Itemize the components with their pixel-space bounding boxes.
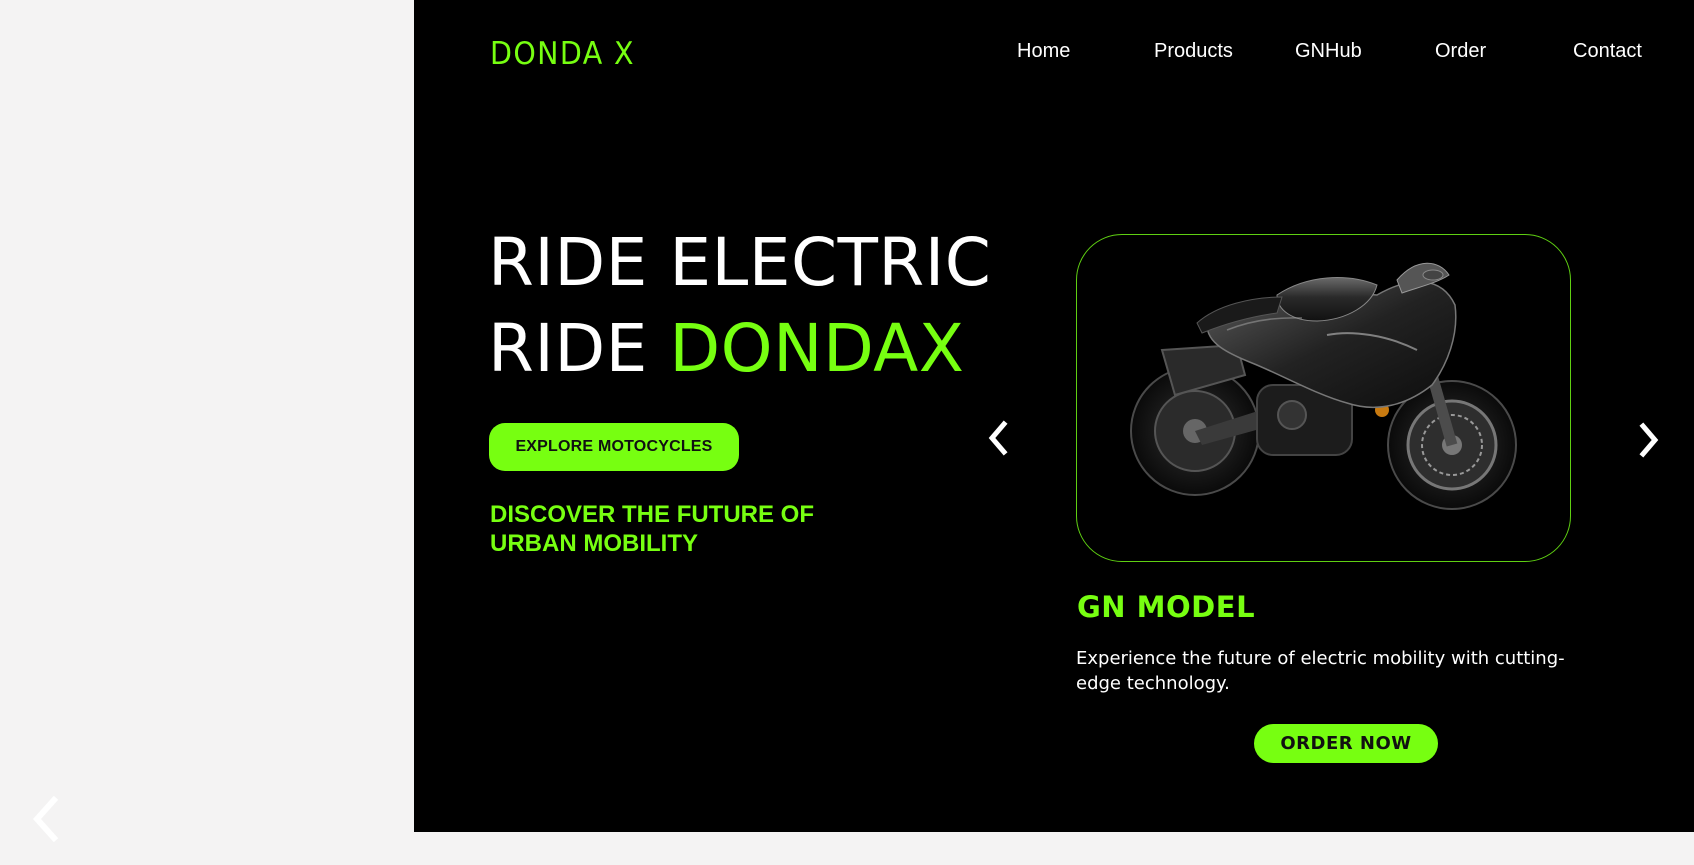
motorcycle-image [1130, 262, 1517, 510]
nav-home[interactable]: Home [1017, 40, 1070, 63]
nav-gnhub[interactable]: GNHub [1295, 40, 1362, 63]
main-nav: Home Products GNHub Order Contact [414, 40, 1694, 70]
hero-line-2-prefix: RIDE [488, 310, 670, 387]
nav-contact[interactable]: Contact [1573, 40, 1642, 63]
outer-prev-button[interactable] [28, 795, 62, 843]
product-name: GN MODEL [1077, 590, 1256, 624]
hero-panel: DONDA X Home Products GNHub Order Contac… [414, 0, 1694, 832]
chevron-right-icon [1639, 422, 1659, 458]
nav-order[interactable]: Order [1435, 40, 1486, 63]
hero-title: RIDE ELECTRIC RIDE DONDAX [488, 220, 991, 392]
hero-line-2-accent: DONDAX [669, 310, 965, 387]
order-now-button[interactable]: ORDER NOW [1254, 724, 1438, 763]
explore-motorcycles-button[interactable]: EXPLORE MOTOCYCLES [489, 423, 739, 471]
hero-tagline: DISCOVER THE FUTURE OF URBAN MOBILITY [490, 501, 815, 557]
carousel-next-button[interactable] [1631, 422, 1667, 458]
hero-line-1: RIDE ELECTRIC [488, 224, 992, 301]
product-card[interactable] [1076, 234, 1571, 562]
carousel-prev-button[interactable] [980, 420, 1016, 456]
nav-products[interactable]: Products [1154, 40, 1233, 63]
chevron-left-icon [32, 795, 59, 843]
product-description: Experience the future of electric mobili… [1076, 648, 1565, 694]
chevron-left-icon [988, 420, 1008, 456]
